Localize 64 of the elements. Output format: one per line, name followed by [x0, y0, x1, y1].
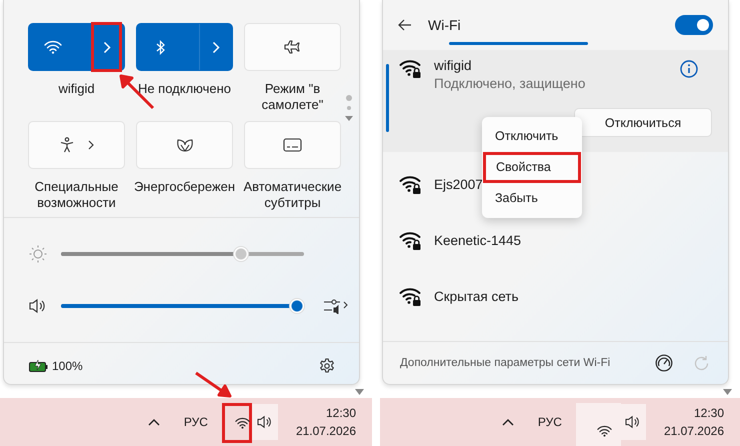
- pointer-arrow: [193, 370, 233, 398]
- toggle-label: Режим "в самолете": [260, 81, 324, 113]
- chevron-up-icon[interactable]: [148, 418, 160, 426]
- secured-wifi-icon: [399, 286, 422, 306]
- accessibility-icon: [60, 137, 74, 153]
- chevron-icon: [102, 40, 110, 54]
- toggle-label: wifigid: [57, 81, 96, 97]
- network-item[interactable]: Скрытая сеть: [383, 268, 522, 324]
- network-name: wifigid: [434, 58, 473, 73]
- speaker-icon: [29, 298, 47, 314]
- clock[interactable]: 12:30 21.07.2026: [296, 404, 356, 440]
- volume-button[interactable]: [252, 404, 278, 440]
- back-arrow-icon[interactable]: [398, 19, 412, 31]
- chevron-icon: [212, 40, 220, 54]
- volume-button[interactable]: [620, 404, 646, 440]
- speaker-icon: [256, 415, 274, 429]
- wifi-toggle[interactable]: [675, 15, 713, 35]
- info-icon[interactable]: [680, 60, 698, 78]
- quick-toggle[interactable]: [28, 23, 125, 71]
- toggle-label: Автоматические субтитры: [242, 179, 343, 211]
- wifi-icon: [235, 417, 250, 429]
- language-indicator[interactable]: РУС: [184, 415, 208, 429]
- settings-icon[interactable]: [319, 358, 335, 374]
- clock[interactable]: 12:30 21.07.2026: [664, 404, 724, 440]
- audio-output-icon[interactable]: [324, 298, 348, 314]
- brightness-icon: [29, 245, 47, 263]
- toggle-label: Специальные возможности: [34, 179, 120, 211]
- slider-thumb[interactable]: [232, 246, 249, 262]
- disconnect-button[interactable]: Отключиться: [574, 108, 712, 137]
- pointer-arrow: [117, 72, 157, 112]
- time: 12:30: [694, 405, 724, 422]
- connection-status: Подключено, защищено: [434, 76, 586, 91]
- menu-item[interactable]: Свойства: [483, 152, 581, 183]
- network-name: Ejs2007: [434, 176, 483, 192]
- airplane-icon: [282, 39, 302, 55]
- toggle-label: Энергосбережен: [132, 179, 236, 195]
- wifi-icon: [596, 425, 612, 437]
- secured-wifi-icon: [399, 230, 422, 250]
- battery-percentage: 100%: [52, 358, 83, 372]
- date: 21.07.2026: [296, 423, 356, 440]
- network-name: Keenetic-1445: [434, 232, 522, 248]
- panel-title: Wi-Fi: [428, 17, 461, 33]
- time: 12:30: [326, 405, 356, 422]
- secured-wifi-icon: [399, 58, 422, 79]
- gauge-icon[interactable]: [655, 354, 673, 372]
- captions-icon: [283, 138, 302, 152]
- secured-wifi-icon: [399, 174, 422, 194]
- scroll-arrow-icon[interactable]: [723, 389, 732, 395]
- quick-toggle[interactable]: [136, 23, 233, 71]
- battery-icon: [29, 360, 48, 372]
- network-button[interactable]: [222, 403, 252, 443]
- wifi-icon: [44, 40, 62, 54]
- slider-thumb[interactable]: [288, 298, 305, 314]
- bluetooth-icon: [156, 40, 166, 54]
- leaf-icon: [176, 137, 194, 153]
- chevron-icon: [88, 140, 94, 150]
- language-indicator[interactable]: РУС: [538, 415, 562, 429]
- toggle-label: Не подключено: [136, 81, 232, 97]
- chevron-up-icon[interactable]: [502, 418, 514, 426]
- network-item[interactable]: Keenetic-1445: [383, 212, 526, 268]
- more-settings-link[interactable]: Дополнительные параметры сети Wi-Fi: [400, 357, 610, 369]
- scroll-arrow-icon[interactable]: [355, 389, 364, 395]
- date: 21.07.2026: [664, 423, 724, 440]
- network-name: Скрытая сеть: [434, 288, 518, 304]
